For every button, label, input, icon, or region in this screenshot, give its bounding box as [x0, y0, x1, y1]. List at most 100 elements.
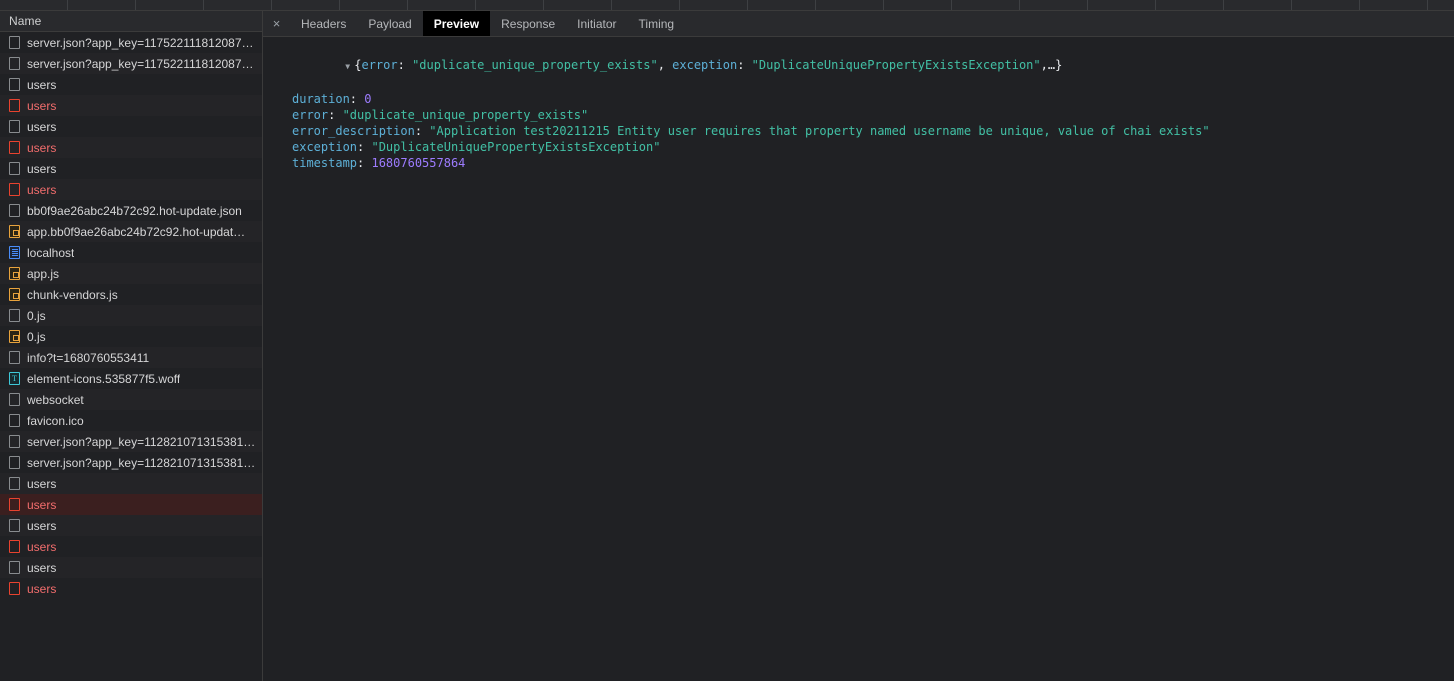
network-request-row[interactable]: server.json?app_key=117522111812087…: [0, 32, 262, 53]
network-request-row[interactable]: websocket: [0, 389, 262, 410]
error-file-icon: [9, 582, 20, 595]
network-request-row[interactable]: users: [0, 515, 262, 536]
generic-file-icon: [9, 162, 20, 175]
network-column-header[interactable]: [680, 0, 748, 10]
network-column-header[interactable]: [1020, 0, 1088, 10]
json-property-value: "duplicate_unique_property_exists": [342, 108, 589, 122]
network-request-name: users: [27, 560, 57, 575]
tab-headers[interactable]: Headers: [290, 11, 357, 36]
network-request-row[interactable]: chunk-vendors.js: [0, 284, 262, 305]
json-root-summary-line[interactable]: ▼ {error: "duplicate_unique_property_exis…: [263, 41, 1454, 91]
network-column-header[interactable]: [544, 0, 612, 10]
network-request-row[interactable]: localhost: [0, 242, 262, 263]
js-file-icon: [9, 288, 20, 301]
network-request-name: app.bb0f9ae26abc24b72c92.hot-updat…: [27, 224, 246, 239]
network-column-header[interactable]: [340, 0, 408, 10]
network-column-header[interactable]: [884, 0, 952, 10]
chevron-down-icon[interactable]: ▼: [345, 59, 354, 75]
network-column-header[interactable]: [748, 0, 816, 10]
json-summary-value-1: "duplicate_unique_property_exists": [412, 58, 658, 72]
network-request-name: server.json?app_key=117522111812087…: [27, 56, 254, 71]
generic-file-icon: [9, 456, 20, 469]
network-request-row[interactable]: app.js: [0, 263, 262, 284]
json-property-line[interactable]: error_description: "Application test2021…: [263, 123, 1454, 139]
network-request-row[interactable]: users: [0, 473, 262, 494]
network-request-row[interactable]: users: [0, 158, 262, 179]
network-request-row[interactable]: users: [0, 557, 262, 578]
error-file-icon: [9, 99, 20, 112]
network-column-header[interactable]: [1156, 0, 1224, 10]
network-columns-header-strip[interactable]: [0, 0, 1454, 11]
network-column-header[interactable]: [204, 0, 272, 10]
network-request-name: users: [27, 539, 57, 554]
json-property-line[interactable]: duration: 0: [263, 91, 1454, 107]
network-request-name: info?t=1680760553411: [27, 350, 150, 365]
network-column-header[interactable]: [68, 0, 136, 10]
generic-file-icon: [9, 204, 20, 217]
js-file-icon: [9, 330, 20, 343]
json-summary-sep-1: :: [397, 58, 413, 72]
json-property-value: 0: [364, 92, 372, 106]
network-request-name: users: [27, 182, 57, 197]
tab-response[interactable]: Response: [490, 11, 566, 36]
generic-file-icon: [9, 309, 20, 322]
json-property-line[interactable]: exception: "DuplicateUniquePropertyExist…: [263, 139, 1454, 155]
network-request-row[interactable]: favicon.ico: [0, 410, 262, 431]
network-column-header[interactable]: [1360, 0, 1428, 10]
tab-preview[interactable]: Preview: [422, 11, 491, 36]
network-column-header[interactable]: [136, 0, 204, 10]
network-request-row[interactable]: users: [0, 95, 262, 116]
network-request-row[interactable]: users: [0, 536, 262, 557]
json-properties: duration: 0 error: "duplicate_unique_prop…: [263, 91, 1454, 171]
json-summary-tail: ,…}: [1040, 58, 1063, 72]
network-column-header[interactable]: [272, 0, 340, 10]
network-request-row[interactable]: users: [0, 494, 262, 515]
network-request-name: server.json?app_key=112821071315381…: [27, 455, 256, 470]
json-property-value: "Application test20211215 Entity user re…: [429, 124, 1210, 138]
network-column-header[interactable]: [0, 0, 68, 10]
network-column-header[interactable]: [1292, 0, 1360, 10]
network-request-row[interactable]: app.bb0f9ae26abc24b72c92.hot-updat…: [0, 221, 262, 242]
network-request-row[interactable]: users: [0, 578, 262, 599]
json-property-line[interactable]: timestamp: 1680760557864: [263, 155, 1454, 171]
network-request-row[interactable]: users: [0, 137, 262, 158]
network-request-name: chunk-vendors.js: [27, 287, 118, 302]
detail-tab-bar: × Headers Payload Preview Response Initiator…: [263, 11, 1454, 37]
network-request-row[interactable]: users: [0, 74, 262, 95]
network-request-row[interactable]: server.json?app_key=112821071315381…: [0, 452, 262, 473]
json-summary-value-2: "DuplicateUniquePropertyExistsException": [751, 58, 1041, 72]
tab-payload[interactable]: Payload: [357, 11, 422, 36]
tab-timing[interactable]: Timing: [628, 11, 686, 36]
close-icon[interactable]: ×: [263, 11, 290, 36]
json-property-separator: :: [414, 124, 430, 138]
network-request-row[interactable]: users: [0, 179, 262, 200]
network-request-row[interactable]: users: [0, 116, 262, 137]
network-request-row[interactable]: info?t=1680760553411: [0, 347, 262, 368]
network-request-row[interactable]: server.json?app_key=117522111812087…: [0, 53, 262, 74]
network-column-header[interactable]: [408, 0, 476, 10]
json-property-value: 1680760557864: [371, 156, 466, 170]
network-column-header[interactable]: [816, 0, 884, 10]
error-file-icon: [9, 183, 20, 196]
network-request-name: favicon.ico: [27, 413, 84, 428]
name-column-header[interactable]: Name: [0, 11, 262, 32]
preview-json-viewer[interactable]: ▼ {error: "duplicate_unique_property_exis…: [263, 37, 1454, 681]
network-column-header[interactable]: [476, 0, 544, 10]
request-detail-pane: × Headers Payload Preview Response Initiator…: [263, 11, 1454, 681]
tab-initiator[interactable]: Initiator: [566, 11, 627, 36]
generic-file-icon: [9, 414, 20, 427]
json-property-key: error_description: [292, 124, 415, 138]
network-request-list[interactable]: server.json?app_key=117522111812087…serv…: [0, 32, 262, 681]
network-request-row[interactable]: server.json?app_key=112821071315381…: [0, 431, 262, 452]
network-request-row[interactable]: element-icons.535877f5.woff: [0, 368, 262, 389]
network-request-row[interactable]: bb0f9ae26abc24b72c92.hot-update.json: [0, 200, 262, 221]
network-request-row[interactable]: 0.js: [0, 305, 262, 326]
network-column-header[interactable]: [1088, 0, 1156, 10]
network-request-row[interactable]: 0.js: [0, 326, 262, 347]
network-column-header[interactable]: [1224, 0, 1292, 10]
network-column-header[interactable]: [952, 0, 1020, 10]
generic-file-icon: [9, 435, 20, 448]
json-property-separator: :: [357, 140, 372, 154]
network-column-header[interactable]: [612, 0, 680, 10]
json-property-line[interactable]: error: "duplicate_unique_property_exists…: [263, 107, 1454, 123]
